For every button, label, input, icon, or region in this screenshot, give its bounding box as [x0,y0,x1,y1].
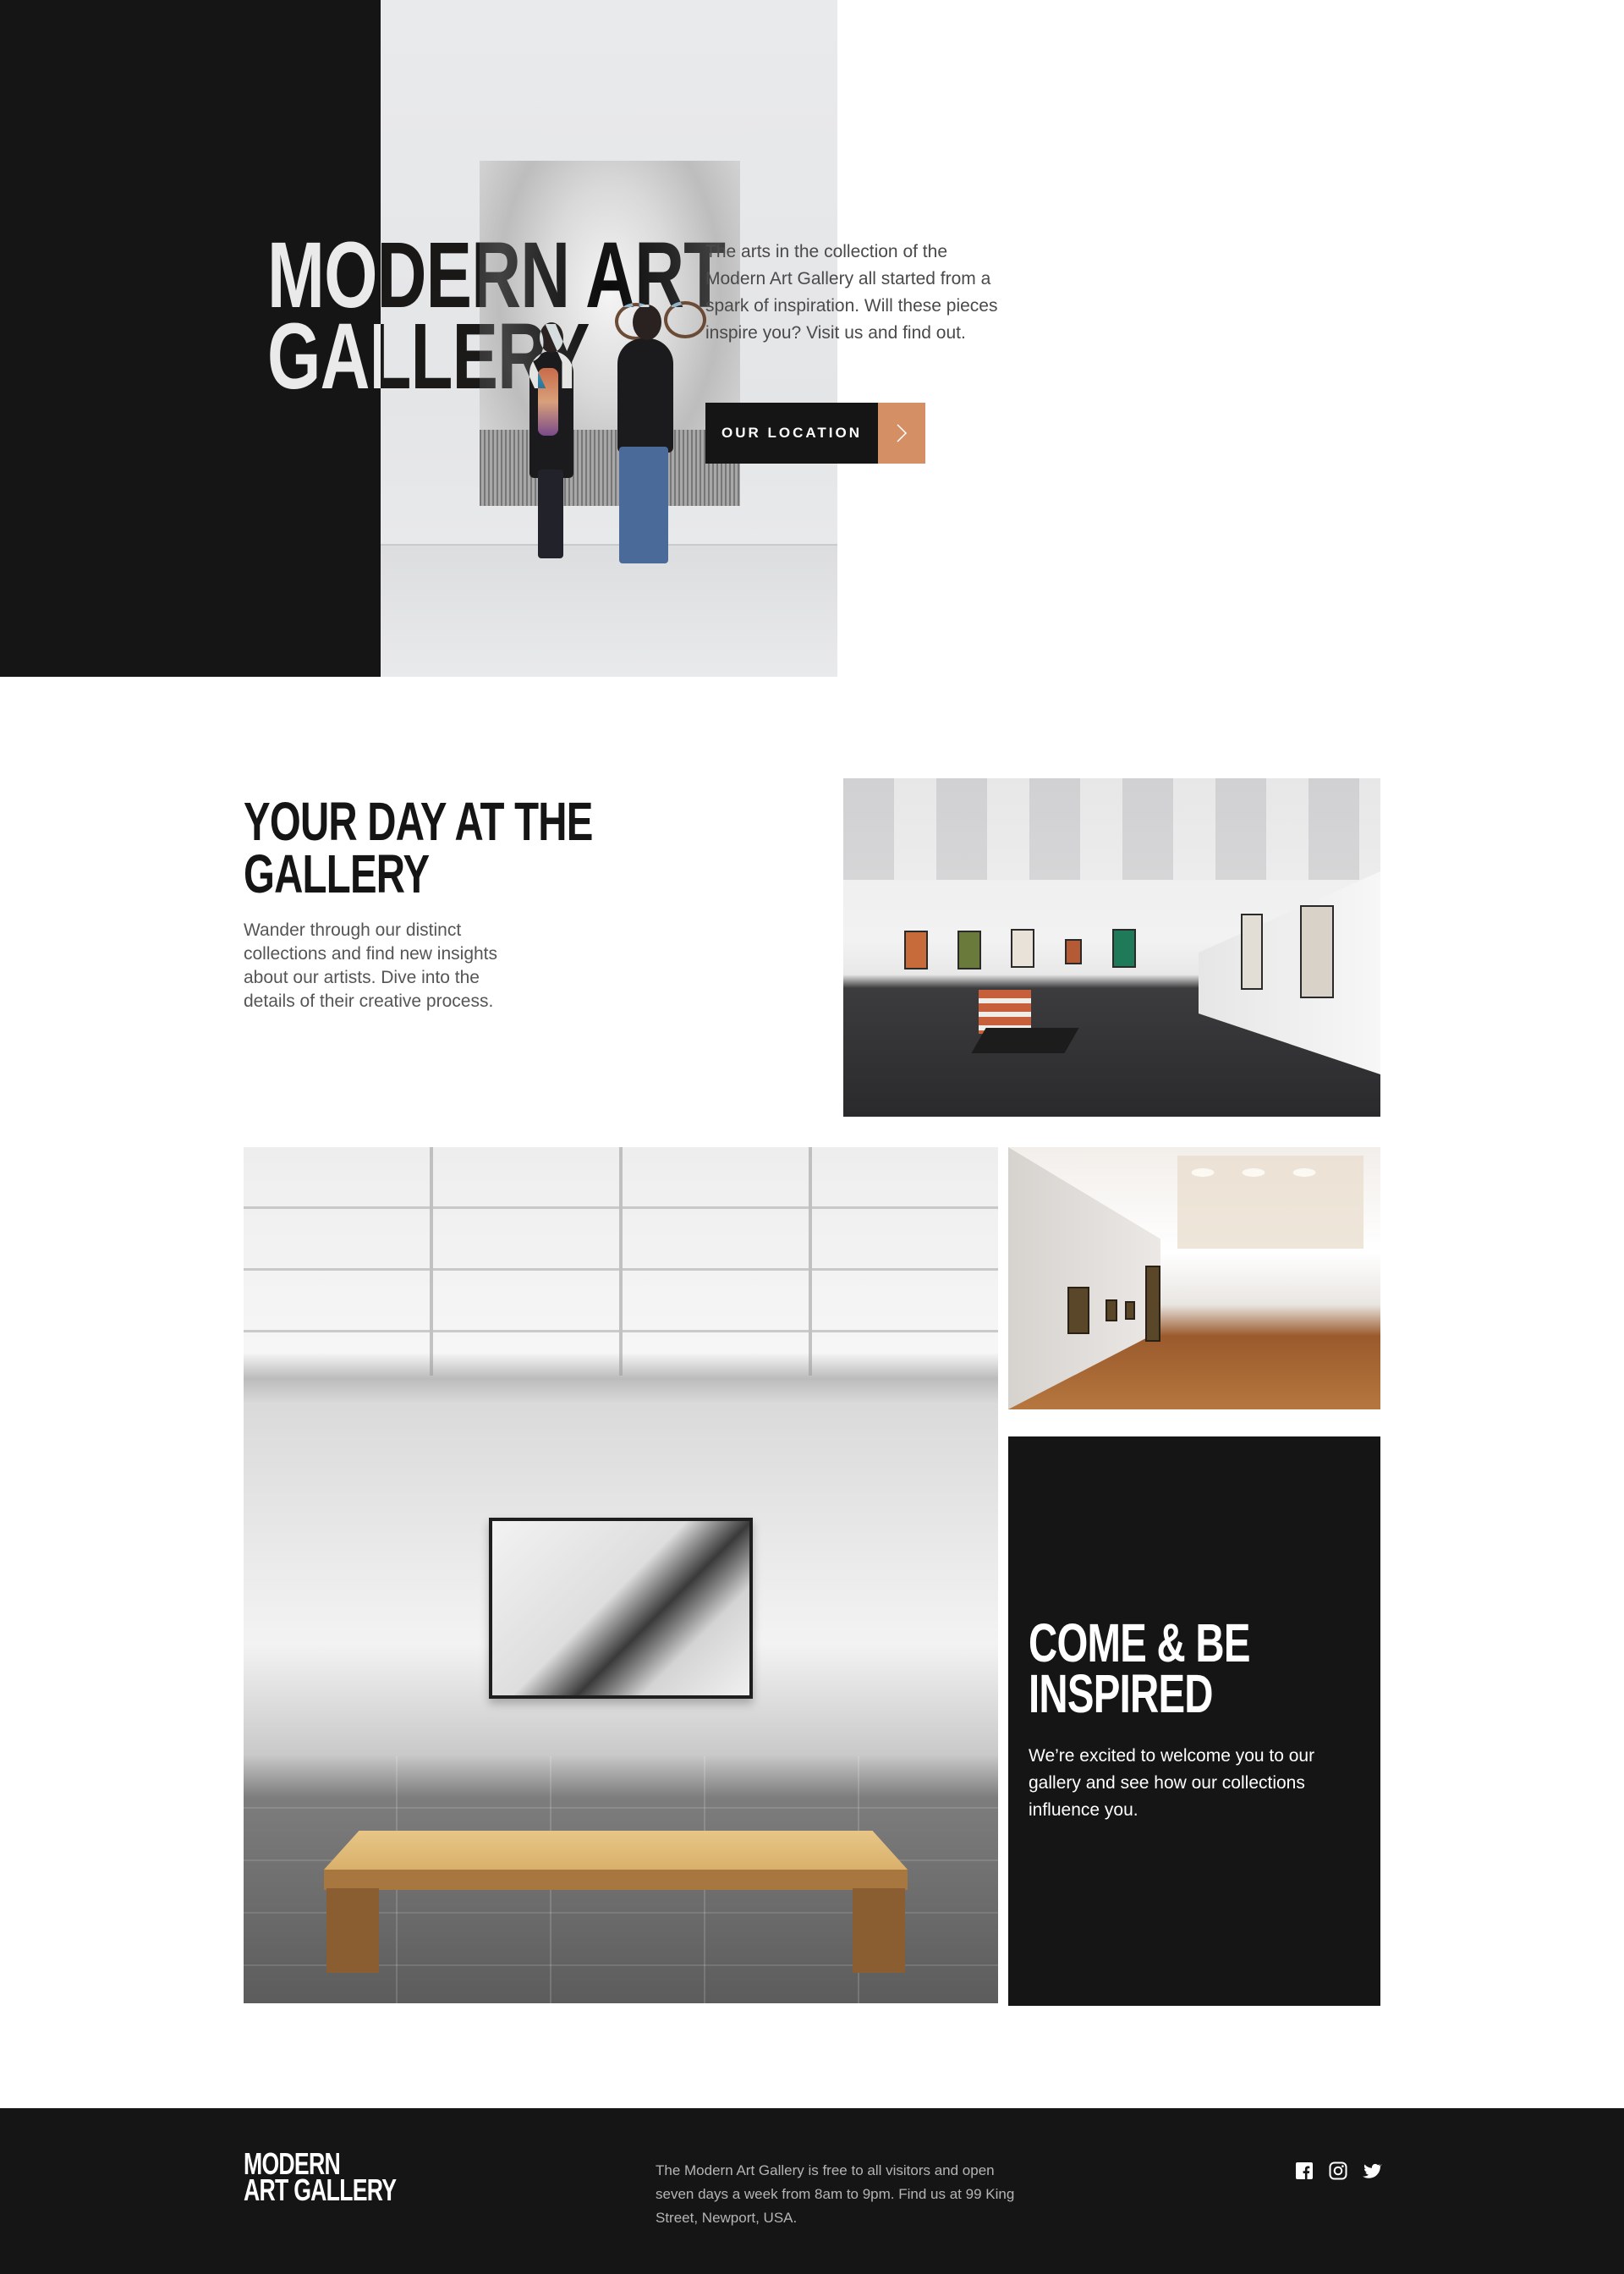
inspire-title-line: inspired [1029,1663,1214,1724]
corridor-ceiling-lights [1177,1156,1363,1249]
day-section-text: Wander through our distinct collections … [244,920,498,1011]
footer-logo[interactable]: Modern Art Gallery [244,2149,397,2205]
gallery-hall-photo [843,778,1380,1117]
instagram-icon[interactable] [1328,2161,1348,2181]
inspire-title: Come & be inspired [1029,1616,1250,1721]
our-location-button[interactable]: Our Location [705,403,925,464]
hall-artwork [1011,929,1034,968]
corridor-painting [1145,1266,1160,1342]
photo-floor [381,546,837,677]
site-footer: Modern Art Gallery The Modern Art Galler… [0,2108,1624,2274]
bench-room-ceiling [244,1147,998,1376]
hall-ceiling [843,778,1380,880]
visitor-legs [538,470,563,558]
wooden-bench-front [324,1870,908,1890]
hero-title-line: Gallery [267,305,590,409]
corridor-painting [1106,1299,1117,1321]
visitor-legs [619,447,668,563]
gallery-corridor-photo [1008,1147,1380,1409]
day-title-line: gallery [244,843,430,904]
hall-artwork [1300,905,1334,998]
corridor-wall [1008,1147,1160,1409]
hall-plinth [971,1028,1079,1053]
hall-artwork [904,931,928,969]
framed-staircase-photo [489,1518,753,1699]
hall-artwork [1241,914,1263,990]
wooden-bench [324,1831,908,1870]
gallery-bench-photo [244,1147,998,2003]
corridor-painting [1067,1287,1089,1334]
portrait-coat [480,430,740,506]
our-location-label: Our Location [705,403,878,464]
chevron-right-icon [878,403,925,464]
hall-side-wall [1199,871,1380,1074]
corridor-painting [1125,1301,1135,1320]
day-section-title: Your day at the gallery [244,794,593,901]
hall-artwork [1112,929,1136,968]
hall-artwork [957,931,981,969]
facebook-icon[interactable] [1294,2161,1314,2181]
twitter-icon[interactable] [1362,2161,1382,2181]
wooden-bench-leg [853,1888,905,1973]
hero-intro-text: The arts in the collection of the Modern… [705,242,998,343]
photo-wall-baseline [381,544,837,546]
footer-info-text: The Modern Art Gallery is free to all vi… [656,2162,1015,2226]
hall-artwork [1065,939,1082,964]
inspire-text: We’re excited to welcome you to our gall… [1029,1746,1315,1820]
footer-logo-line: Art Gallery [244,2172,397,2207]
wooden-bench-leg [326,1888,379,1973]
inspire-panel: Come & be inspired We’re excited to welc… [1008,1436,1380,2006]
hero-title: Modern Art Gallery [267,229,726,404]
social-links [1294,2161,1382,2181]
